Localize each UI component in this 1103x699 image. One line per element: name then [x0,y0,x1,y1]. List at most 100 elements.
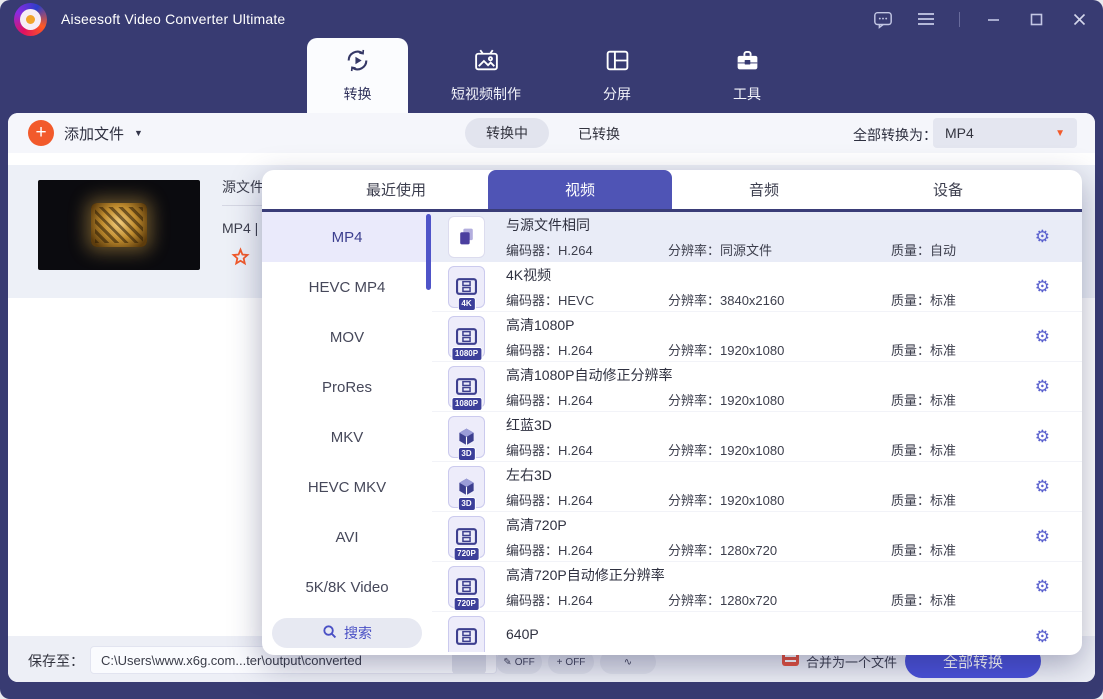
film-format-icon [448,616,485,653]
gear-icon[interactable]: ⚙ [1035,228,1050,245]
maximize-button[interactable] [1026,9,1046,29]
resolution-text: 分辨率：同源文件 [668,240,891,259]
format-row[interactable]: 3D红蓝3D编码器：H.264分辨率：1920x1080质量：标准⚙ [432,412,1082,462]
format-name: 高清720P自动修正分辨率 [506,565,1035,585]
quality-text: 质量：标准 [891,440,956,459]
format-panel-tabs: 最近使用 视频 音频 设备 [262,170,1082,212]
format-name: 4K视频 [506,265,1035,285]
close-button[interactable] [1069,9,1089,29]
app-window: Aiseesoft Video Converter Ultimate [0,0,1103,699]
film-format-icon: 720P [448,516,485,558]
menu-hamburger-icon[interactable] [916,9,936,29]
resolution-text: 分辨率：3840x2160 [668,290,891,309]
format-badge: 1080P [451,347,482,361]
film-format-icon: 4K [448,266,485,308]
format-name: 红蓝3D [506,415,1035,435]
minimize-button[interactable] [983,9,1003,29]
quality-text: 质量：标准 [891,290,956,309]
converted-tab[interactable]: 已转换 [578,124,620,144]
format-badge: 720P [453,547,480,561]
tab-convert[interactable]: 转换 [307,38,408,113]
resolution-text: 分辨率：1920x1080 [668,340,891,359]
tab-short-video-maker[interactable]: 短视频制作 [436,38,536,113]
convert-icon [344,47,371,77]
sidebar-scrollbar-thumb[interactable] [426,214,431,290]
gear-icon[interactable]: ⚙ [1035,628,1050,645]
format-name: 左右3D [506,465,1035,485]
sidebar-item-mp4[interactable]: MP4 [262,212,432,262]
gear-icon[interactable]: ⚙ [1035,278,1050,295]
format-row[interactable]: 4K4K视频编码器：HEVC分辨率：3840x2160质量：标准⚙ [432,262,1082,312]
encoder-text: 编码器：H.264 [506,390,668,409]
sidebar-item-hevc-mp4[interactable]: HEVC MP4 [262,262,432,312]
quality-text: 质量：自动 [891,240,956,259]
tab-video[interactable]: 视频 [488,170,672,209]
sidebar-item-avi[interactable]: AVI [262,512,432,562]
format-badge: 3D [457,497,475,511]
tab-recently-used[interactable]: 最近使用 [304,170,488,209]
format-row[interactable]: 720P高清720P编码器：H.264分辨率：1280x720质量：标准⚙ [432,512,1082,562]
title-bar: Aiseesoft Video Converter Ultimate [0,0,1103,38]
sidebar-item-prores[interactable]: ProRes [262,362,432,412]
tab-split-screen[interactable]: 分屏 [577,38,657,113]
cube-format-icon: 3D [448,416,485,458]
video-thumbnail[interactable] [38,180,200,270]
app-title: Aiseesoft Video Converter Ultimate [61,11,285,27]
format-name: 高清1080P自动修正分辨率 [506,365,1035,385]
format-badge: 4K [457,297,475,311]
gear-icon[interactable]: ⚙ [1035,478,1050,495]
plus-icon: + [28,120,54,146]
tab-audio[interactable]: 音频 [672,170,856,209]
quality-text: 质量：标准 [891,590,956,609]
toolbar: + 添加文件 ▼ 转换中 已转换 全部转换为： MP4 ▼ [8,113,1095,153]
sidebar-item-hevc-mkv[interactable]: HEVC MKV [262,462,432,512]
format-row[interactable]: 720P高清720P自动修正分辨率编码器：H.264分辨率：1280x720质量… [432,562,1082,612]
tab-convert-label: 转换 [344,84,372,104]
format-row[interactable]: 1080P高清1080P编码器：H.264分辨率：1920x1080质量：标准⚙ [432,312,1082,362]
chevron-down-icon: ▼ [1055,128,1065,139]
resolution-text: 分辨率：1920x1080 [668,490,891,509]
add-files-button[interactable]: + 添加文件 ▼ [28,120,143,146]
titlebar-separator [959,12,960,27]
format-badge: 3D [457,447,475,461]
gear-icon[interactable]: ⚙ [1035,328,1050,345]
sidebar-item-5k-8k-video[interactable]: 5K/8K Video [262,562,432,612]
format-badge: 1080P [451,397,482,411]
format-row[interactable]: 640P⚙ [432,612,1082,652]
feedback-message-icon[interactable] [873,9,893,29]
search-button[interactable]: 搜索 [272,618,422,648]
quality-text: 质量：标准 [891,390,956,409]
format-list: 与源文件相同编码器：H.264分辨率：同源文件质量：自动⚙4K4K视频编码器：H… [432,212,1082,652]
tab-toolbox[interactable]: 工具 [707,38,787,113]
format-row[interactable]: 1080P 高清1080P自动修正分辨率编码器：H.264分辨率：1920x108… [432,362,1082,412]
gear-icon[interactable]: ⚙ [1035,378,1050,395]
pencil-icon: ✎ [503,657,511,668]
source-file-label: 源文件 [222,177,264,197]
tab-device[interactable]: 设备 [856,170,1040,209]
gear-icon[interactable]: ⚙ [1035,528,1050,545]
convert-all-label: 全部转换为： [853,125,937,145]
encoder-text: 编码器：H.264 [506,490,668,509]
wave-icon: ∿ [624,657,632,668]
gear-icon[interactable]: ⚙ [1035,428,1050,445]
format-row[interactable]: 3D 左右3D 编码器：H.264分辨率：1920x1080质量：标准 ⚙ [432,462,1082,512]
format-sidebar-items: MP4HEVC MP4MOVProResMKVHEVC MKVAVI5K/8K … [262,212,432,612]
sidebar-item-mov[interactable]: MOV [262,312,432,362]
quality-text: 质量：标准 [891,490,956,509]
output-format-dropdown[interactable]: MP4 ▼ [933,118,1077,148]
format-name: 高清720P [506,515,1035,535]
plus-icon: + [557,657,563,668]
effect-star-icon[interactable] [230,247,251,273]
converting-tab[interactable]: 转换中 [465,118,549,148]
format-row[interactable]: 与源文件相同编码器：H.264分辨率：同源文件质量：自动⚙ [432,212,1082,262]
tab-split-screen-label: 分屏 [603,84,631,104]
format-panel: 最近使用 视频 音频 设备 MP4HEVC MP4MOVProResMKVHEV… [262,170,1082,655]
quality-text: 质量：标准 [891,340,956,359]
tab-short-video-maker-label: 短视频制作 [451,84,521,104]
gear-icon[interactable]: ⚙ [1035,578,1050,595]
sidebar-item-mkv[interactable]: MKV [262,412,432,462]
resolution-text: 分辨率：1280x720 [668,540,891,559]
encoder-text: 编码器：H.264 [506,590,668,609]
resolution-text: 分辨率：1920x1080 [668,390,891,409]
main-nav: 转换 短视频制作 分屏 [0,38,1103,113]
